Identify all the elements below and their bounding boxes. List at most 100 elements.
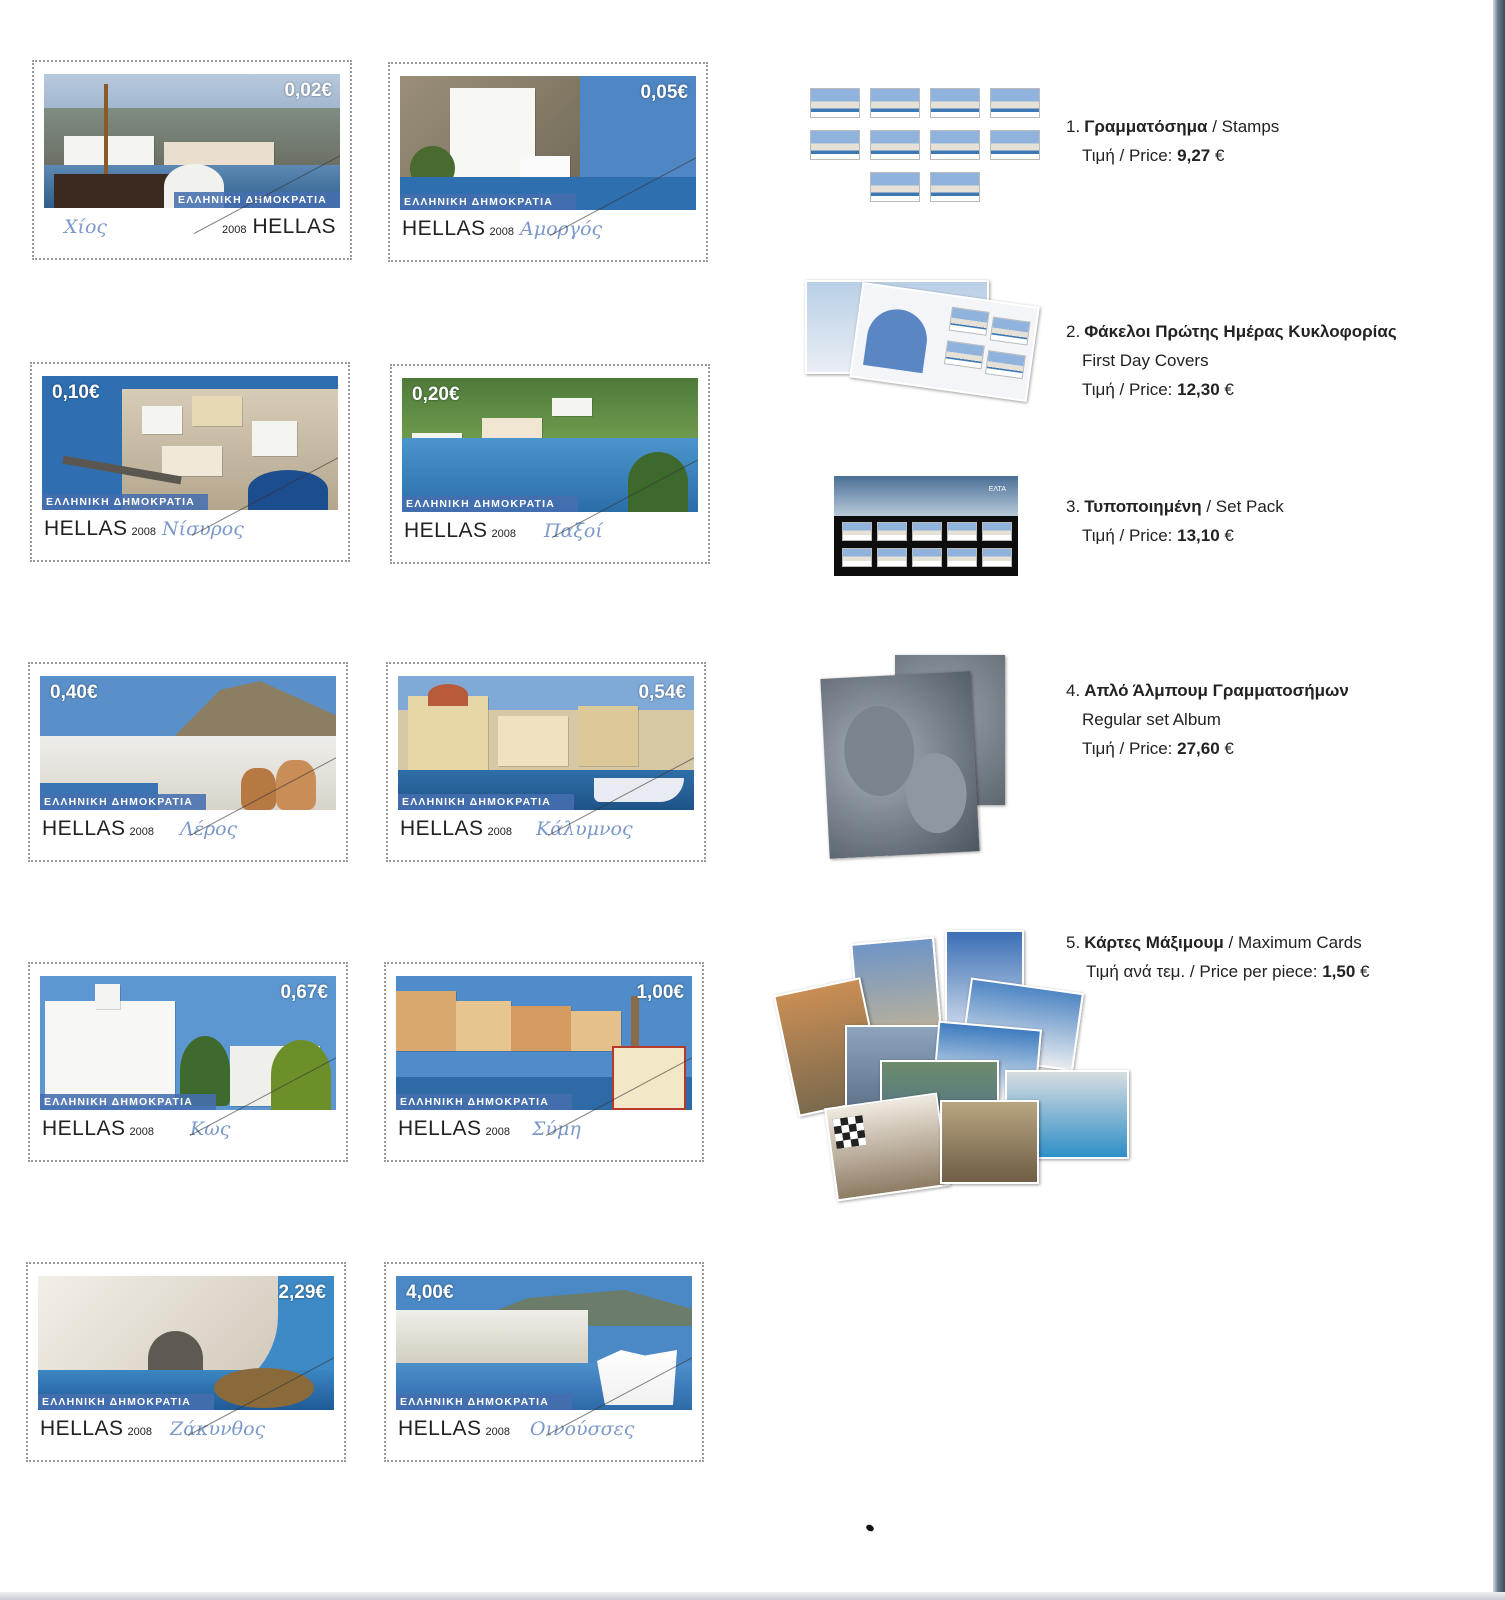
place-name: Λέρος xyxy=(180,818,238,840)
stamp-value: 4,00€ xyxy=(406,1282,454,1303)
price-label: Τιμή / Price: xyxy=(1082,146,1173,165)
stamp-value: 1,00€ xyxy=(636,982,684,1003)
stamp-symi: 1,00€ ΕΛΛΗΝΙΚΗ ΔΗΜΟΚΡΑΤΙΑ HELLAS2008Σύμη xyxy=(384,962,704,1162)
stamp-year: 2008 xyxy=(487,826,513,838)
currency: € xyxy=(1224,380,1234,399)
country-name: HELLAS xyxy=(398,1117,482,1140)
issuer-line: ΕΛΛΗΝΙΚΗ ΔΗΜΟΚΡΑΤΙΑ xyxy=(400,194,576,210)
stamp-image: 2,29€ ΕΛΛΗΝΙΚΗ ΔΗΜΟΚΡΑΤΙΑ HELLAS 2008 Ζάκυ… xyxy=(38,1276,334,1448)
stamp-image: 0,10€ ΕΛΛΗΝΙΚΗ ΔΗΜΟΚΡΑΤΙΑ HELLAS2008Νίσυ… xyxy=(42,376,338,548)
stamp-footer: HELLAS2008Αμοργός xyxy=(400,210,696,248)
stamp-footer: HELLAS 2008 Κως xyxy=(40,1110,336,1148)
product-title-greek: Φάκελοι Πρώτης Ημέρας Κυκλοφορίας xyxy=(1084,322,1397,341)
issuer-line: ΕΛΛΗΝΙΚΗ ΔΗΜΟΚΡΑΤΙΑ xyxy=(396,1394,572,1410)
stamp-value: 0,02€ xyxy=(284,80,332,101)
country-name: HELLAS xyxy=(42,817,126,840)
price-value: 1,50 xyxy=(1322,962,1356,981)
issuer-line: ΕΛΛΗΝΙΚΗ ΔΗΜΟΚΡΑΤΙΑ xyxy=(398,794,574,810)
ink-speck xyxy=(865,1523,875,1533)
stamp-image: 1,00€ ΕΛΛΗΝΙΚΗ ΔΗΜΟΚΡΑΤΙΑ HELLAS2008Σύμη xyxy=(396,976,692,1148)
stamp-value: 0,20€ xyxy=(412,384,460,405)
stamp-zakynthos: 2,29€ ΕΛΛΗΝΙΚΗ ΔΗΜΟΚΡΑΤΙΑ HELLAS 2008 Ζάκυ… xyxy=(26,1262,346,1462)
stamp-footer: HELLAS 2008 Κάλυμνος xyxy=(398,810,694,848)
issuer-line: ΕΛΛΗΝΙΚΗ ΔΗΜΟΚΡΑΤΙΑ xyxy=(402,496,578,512)
stamp-footer: HELLAS 2008 Λέρος xyxy=(40,810,336,848)
stamp-year: 2008 xyxy=(485,1426,511,1438)
product-title-greek: Απλό Άλμπουμ Γραμματοσήμων xyxy=(1084,681,1349,700)
stamp-thumbnail xyxy=(990,130,1040,160)
stamp-value: 0,54€ xyxy=(638,682,686,703)
country-name: HELLAS xyxy=(40,1417,124,1440)
price-value: 9,27 xyxy=(1177,146,1211,165)
product-subtitle: First Day Covers xyxy=(1082,351,1209,370)
product-number: 1. xyxy=(1066,117,1081,136)
place-name: Παξοί xyxy=(544,520,603,542)
stamp-footer: Χίος 2008 HELLAS xyxy=(44,208,340,246)
issuer-line: ΕΛΛΗΝΙΚΗ ΔΗΜΟΚΡΑΤΙΑ xyxy=(396,1094,572,1110)
product-number: 5. xyxy=(1066,933,1081,952)
stamp-year: 2008 xyxy=(131,526,157,538)
price-label: Τιμή / Price: xyxy=(1082,739,1173,758)
stamp-nisyros: 0,10€ ΕΛΛΗΝΙΚΗ ΔΗΜΟΚΡΑΤΙΑ HELLAS2008Νίσυ… xyxy=(30,362,350,562)
price-value: 27,60 xyxy=(1177,739,1220,758)
price-value: 12,30 xyxy=(1177,380,1220,399)
stamp-thumbnail xyxy=(990,88,1040,118)
place-name: Κως xyxy=(190,1118,231,1140)
country-name: HELLAS xyxy=(404,519,488,542)
stamp-kos: 0,67€ ΕΛΛΗΝΙΚΗ ΔΗΜΟΚΡΑΤΙΑ HELLAS 2008 Κως xyxy=(28,962,348,1162)
stamp-thumbnail xyxy=(810,88,860,118)
stamp-year: 2008 xyxy=(221,224,247,236)
country-name: HELLAS xyxy=(42,1117,126,1140)
country-name: HELLAS xyxy=(252,215,336,238)
product-title-english: / Set Pack xyxy=(1201,497,1284,516)
stamp-chios: 0,02€ ΕΛΛΗΝΙΚΗ ΔΗΜΟΚΡΑΤΙΑ Χίος 2008 HELLA… xyxy=(32,60,352,260)
stamp-footer: HELLAS 2008 Παξοί xyxy=(402,512,698,550)
stamp-thumbnail xyxy=(930,88,980,118)
stamp-footer: HELLAS 2008 Ζάκυνθος xyxy=(38,1410,334,1448)
product-subtitle: Regular set Album xyxy=(1082,710,1221,729)
stamp-image: 0,54€ ΕΛΛΗΝΙΚΗ ΔΗΜΟΚΡΑΤΙΑ HELLAS 2008 Κάλυ… xyxy=(398,676,694,848)
stamp-footer: HELLAS2008Σύμη xyxy=(396,1110,692,1148)
price-label: Τιμή ανά τεμ. / Price per piece: xyxy=(1086,962,1318,981)
product-5-text: 5. Κάρτες Μάξιμουμ / Maximum Cards Τιμή α… xyxy=(1066,928,1370,986)
product-fdc-image xyxy=(805,280,1040,410)
issuer-line: ΕΛΛΗΝΙΚΗ ΔΗΜΟΚΡΑΤΙΑ xyxy=(40,794,206,810)
price-value: 13,10 xyxy=(1177,526,1220,545)
currency: € xyxy=(1360,962,1370,981)
issuer-line: ΕΛΛΗΝΙΚΗ ΔΗΜΟΚΡΑΤΙΑ xyxy=(40,1094,216,1110)
place-name: Ζάκυνθος xyxy=(170,1418,266,1440)
stamp-year: 2008 xyxy=(127,1426,153,1438)
page-spine xyxy=(1493,0,1505,1600)
product-title-english: / Stamps xyxy=(1207,117,1280,136)
stamp-thumbnail xyxy=(870,172,920,202)
place-name: Οινούσσες xyxy=(530,1418,635,1440)
product-number: 4. xyxy=(1066,681,1081,700)
product-album-image xyxy=(820,655,1010,860)
pack-logo: ΕΛΤΑ xyxy=(988,486,1006,493)
stamp-image: 0,67€ ΕΛΛΗΝΙΚΗ ΔΗΜΟΚΡΑΤΙΑ HELLAS 2008 Κως xyxy=(40,976,336,1148)
stamp-image: 0,05€ ΕΛΛΗΝΙΚΗ ΔΗΜΟΚΡΑΤΙΑ HELLAS2008Αμορ… xyxy=(400,76,696,248)
stamp-value: 0,40€ xyxy=(50,682,98,703)
stamp-footer: HELLAS2008Νίσυρος xyxy=(42,510,338,548)
stamp-thumbnail xyxy=(930,172,980,202)
stamp-leros: 0,40€ ΕΛΛΗΝΙΚΗ ΔΗΜΟΚΡΑΤΙΑ HELLAS 2008 Λέρο… xyxy=(28,662,348,862)
price-label: Τιμή / Price: xyxy=(1082,380,1173,399)
currency: € xyxy=(1224,739,1234,758)
stamp-year: 2008 xyxy=(485,1126,511,1138)
stamp-thumbnail xyxy=(870,88,920,118)
stamp-image: 0,20€ ΕΛΛΗΝΙΚΗ ΔΗΜΟΚΡΑΤΙΑ HELLAS 2008 Παξο… xyxy=(402,378,698,550)
stamp-paxoi: 0,20€ ΕΛΛΗΝΙΚΗ ΔΗΜΟΚΡΑΤΙΑ HELLAS 2008 Παξο… xyxy=(390,364,710,564)
country-name: HELLAS xyxy=(400,817,484,840)
country-name: HELLAS xyxy=(44,517,128,540)
issuer-line: ΕΛΛΗΝΙΚΗ ΔΗΜΟΚΡΑΤΙΑ xyxy=(42,494,208,510)
product-3-text: 3. Τυποποιημένη / Set Pack Τιμή / Price: … xyxy=(1066,492,1284,550)
stamp-value: 2,29€ xyxy=(278,1282,326,1303)
stamp-thumbnail xyxy=(870,130,920,160)
price-label: Τιμή / Price: xyxy=(1082,526,1173,545)
product-4-text: 4. Απλό Άλμπουμ Γραμματοσήμων Regular set… xyxy=(1066,676,1349,763)
product-stamps-image xyxy=(810,88,1040,208)
stamp-year: 2008 xyxy=(129,1126,155,1138)
product-setpack-image: ΕΛΤΑ xyxy=(834,476,1018,576)
stamp-year: 2008 xyxy=(489,226,515,238)
page-bottom-edge xyxy=(0,1592,1505,1600)
